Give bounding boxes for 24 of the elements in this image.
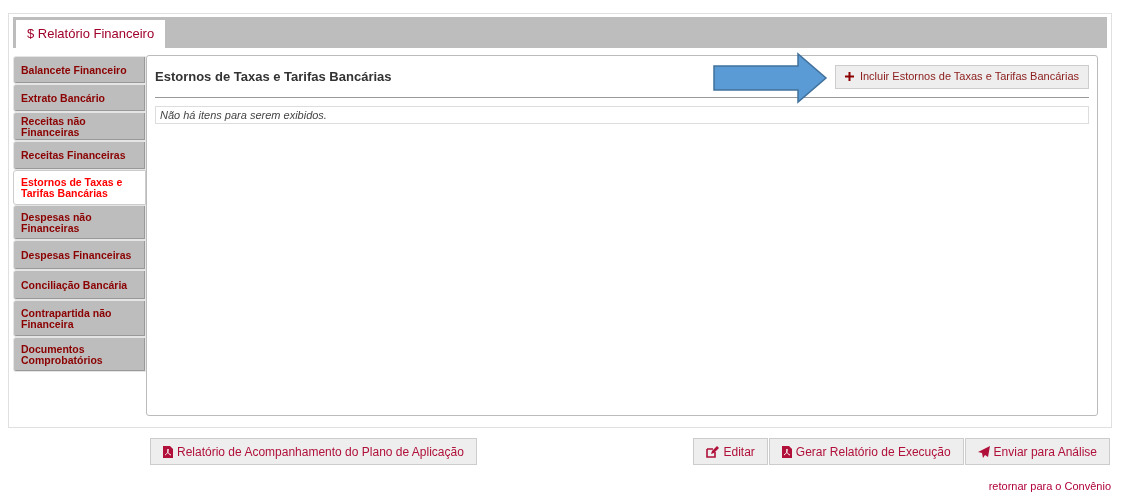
sidebar-item[interactable]: Despesas Financeiras bbox=[13, 240, 146, 270]
report-button[interactable]: Gerar Relatório de Execução bbox=[768, 438, 964, 465]
edit-button[interactable]: Editar bbox=[693, 438, 768, 465]
sidebar-item[interactable]: Conciliação Bancária bbox=[13, 270, 146, 300]
pdf-icon bbox=[781, 445, 792, 458]
edit-icon bbox=[706, 445, 720, 458]
send-icon bbox=[977, 445, 990, 458]
sidebar-item[interactable]: Documentos Comprobatórios bbox=[13, 337, 146, 372]
report-button[interactable]: Relatório de Acompanhamento do Plano de Aplicação bbox=[150, 438, 477, 465]
sidebar-item[interactable]: Extrato Bancário bbox=[13, 84, 146, 112]
pdf-icon bbox=[163, 445, 173, 458]
empty-message: Não há itens para serem exibidos. bbox=[155, 106, 1089, 124]
sidebar-item[interactable]: Receitas Financeiras bbox=[13, 141, 146, 170]
section-title: Estornos de Taxas e Tarifas Bancárias bbox=[155, 67, 392, 86]
sidebar-item[interactable]: Estornos de Taxas e Tarifas Bancárias bbox=[13, 170, 146, 205]
tab[interactable]: $ Relatório Financeiro bbox=[16, 20, 166, 48]
return-link[interactable]: retornar para o Convênio bbox=[988, 478, 1111, 494]
sidebar-item[interactable]: Contrapartida não Financeira bbox=[13, 300, 146, 337]
sidebar-item[interactable]: Despesas não Financeiras bbox=[13, 205, 146, 240]
sidebar-item[interactable]: Receitas não Financeiras bbox=[13, 112, 146, 141]
plus-icon bbox=[844, 72, 854, 81]
add-button[interactable]: Incluir Estornos de Taxas e Tarifas Bancárias bbox=[834, 64, 1089, 89]
sidebar-item[interactable]: Balancete Financeiro bbox=[13, 56, 146, 84]
send-button[interactable]: Enviar para Análise bbox=[964, 438, 1110, 465]
